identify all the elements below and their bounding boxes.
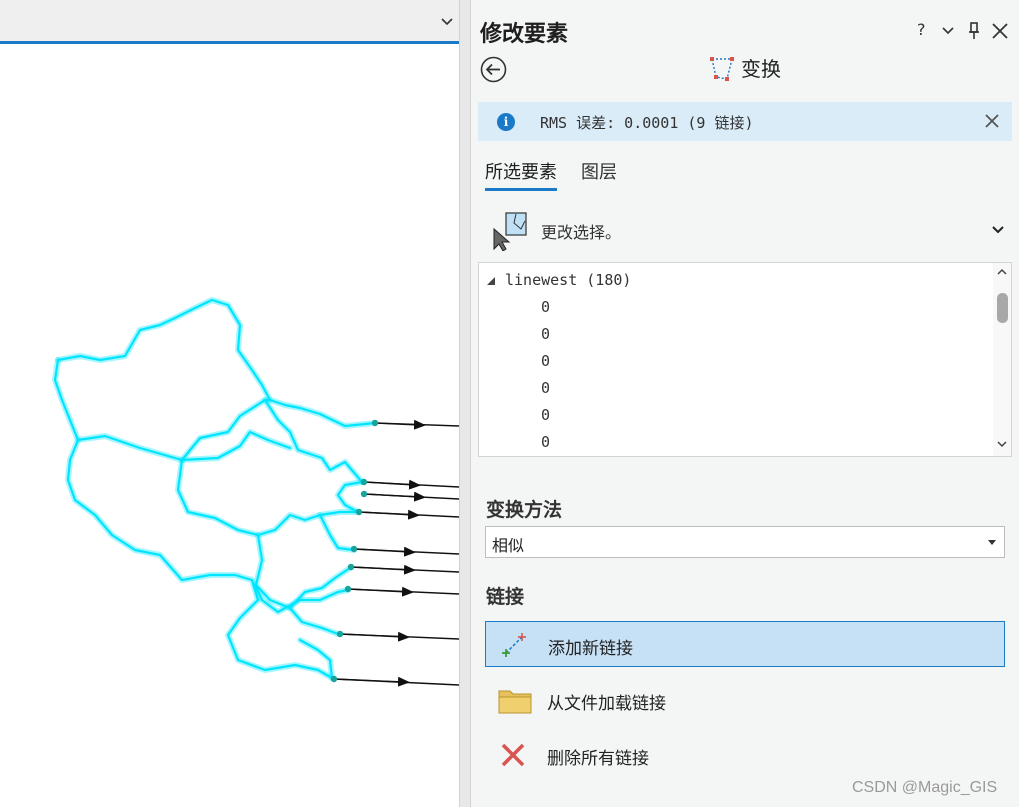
link-anchor: [360, 478, 368, 486]
layer-node[interactable]: linewest (180): [487, 271, 631, 289]
list-item[interactable]: 0: [541, 298, 550, 316]
layer-node-label: linewest (180): [505, 271, 632, 289]
list-item[interactable]: 0: [541, 406, 550, 424]
transform-method-heading: 变换方法: [486, 499, 563, 521]
close-icon[interactable]: [991, 22, 1009, 40]
map-boundaries: [52, 297, 378, 681]
link-arrow: [374, 419, 426, 430]
chevron-down-icon[interactable]: [991, 225, 1005, 235]
map-tab-bar: [0, 0, 459, 44]
add-new-link-button[interactable]: 添加新链接: [485, 621, 1005, 667]
link-arrow: [353, 546, 416, 557]
map-view[interactable]: [0, 0, 459, 807]
list-item[interactable]: 0: [541, 379, 550, 397]
select-cursor-icon: [493, 212, 527, 251]
pin-icon[interactable]: [968, 22, 980, 40]
link-anchor: [360, 490, 368, 498]
change-selection-label: 更改选择。: [541, 223, 622, 242]
add-new-link-label: 添加新链接: [548, 639, 633, 659]
link-anchor: [336, 630, 344, 638]
transform-method-value: 相似: [492, 536, 525, 555]
dropdown-arrow-icon: [988, 540, 996, 545]
tool-name: 变换: [741, 57, 781, 81]
modify-features-pane: 修改要素 ? 变换 i RMS 误差: 0.0001 (9 链接) 所选要素 图…: [471, 0, 1019, 807]
link-arrow: [339, 631, 410, 642]
transform-method-select[interactable]: 相似: [485, 526, 1005, 558]
chevron-down-icon[interactable]: [941, 25, 955, 37]
list-item[interactable]: 0: [541, 433, 550, 451]
delete-all-links-label: 删除所有链接: [547, 749, 649, 769]
rms-error-message: RMS 误差: 0.0001 (9 链接): [540, 114, 754, 132]
scroll-thumb[interactable]: [997, 293, 1008, 323]
scroll-down-icon[interactable]: [996, 439, 1008, 449]
link-anchor: [330, 675, 338, 683]
tab-selected-features[interactable]: 所选要素: [485, 158, 557, 191]
link-anchor: [347, 563, 355, 571]
delete-x-icon: [501, 743, 525, 767]
links-heading: 链接: [486, 586, 525, 608]
link-arrow: [350, 564, 416, 575]
watermark-text: CSDN @Magic_GIS: [852, 779, 998, 796]
expand-triangle-icon[interactable]: [487, 276, 495, 285]
list-item[interactable]: 0: [541, 352, 550, 370]
message-bar: i RMS 误差: 0.0001 (9 链接): [478, 102, 1012, 141]
displacement-links: [333, 419, 459, 687]
load-links-from-file-button[interactable]: 从文件加载链接: [485, 677, 1005, 723]
info-icon: i: [497, 113, 515, 131]
link-arrow: [347, 586, 414, 597]
tab-layers[interactable]: 图层: [581, 158, 617, 188]
link-arrow: [363, 491, 426, 502]
map-canvas[interactable]: [0, 44, 459, 807]
back-arrow-icon[interactable]: [480, 56, 507, 83]
close-icon[interactable]: [982, 111, 1002, 131]
pane-splitter[interactable]: [459, 0, 471, 807]
folder-icon: [498, 690, 532, 714]
transform-tool-icon: [710, 57, 734, 81]
link-arrow: [358, 509, 420, 520]
change-selection-row[interactable]: 更改选择。: [485, 205, 1015, 253]
pane-title: 修改要素: [480, 22, 569, 47]
link-anchor: [350, 545, 358, 553]
link-anchor: [371, 419, 379, 427]
help-button[interactable]: ?: [917, 18, 926, 42]
add-link-icon: [502, 633, 526, 657]
scroll-up-icon[interactable]: [996, 267, 1008, 277]
link-anchor: [355, 508, 363, 516]
load-links-label: 从文件加载链接: [547, 694, 666, 714]
delete-all-links-button[interactable]: 删除所有链接: [485, 732, 1005, 778]
link-arrow: [333, 676, 410, 687]
link-arrow: [363, 479, 421, 490]
selected-features-list[interactable]: linewest (180) 0 0 0 0 0 0: [478, 262, 1012, 457]
chevron-down-icon[interactable]: [440, 16, 454, 28]
list-scrollbar[interactable]: [993, 263, 1011, 456]
list-item[interactable]: 0: [541, 325, 550, 343]
link-anchor: [344, 585, 352, 593]
